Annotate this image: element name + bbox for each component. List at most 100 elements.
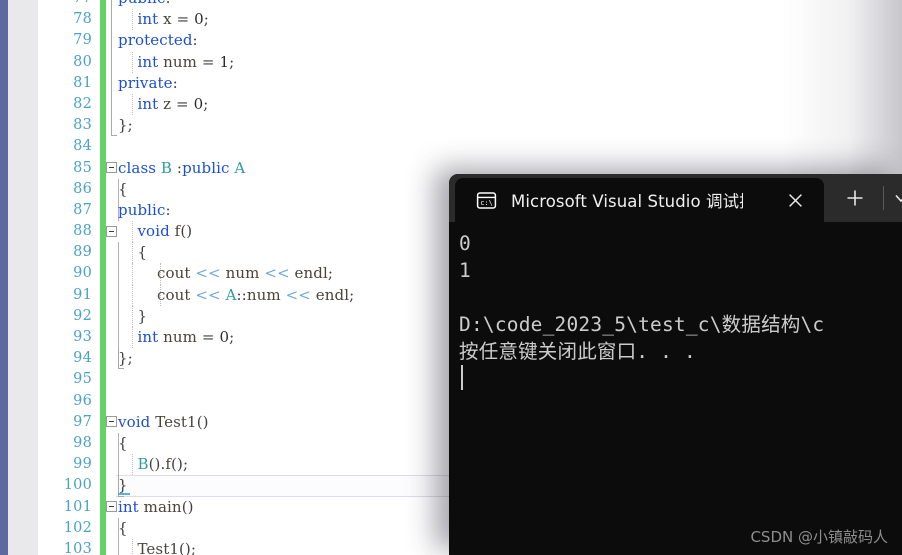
code-text: public: xyxy=(118,0,171,9)
close-icon[interactable] xyxy=(784,189,806,211)
console-output[interactable]: 0 1 D:\code_2023_5\test_c\数据结构\c 按任意键关闭此… xyxy=(449,222,902,555)
line-number: 94 xyxy=(73,350,92,367)
code-text: private: xyxy=(118,73,178,92)
code-text: void Test1() xyxy=(118,412,209,431)
code-text: }; xyxy=(118,116,133,135)
line-number: 78 xyxy=(73,11,92,28)
line-number: 98 xyxy=(73,434,92,451)
change-bar xyxy=(100,9,106,31)
code-line[interactable]: 78 int x = 0; xyxy=(38,9,902,31)
code-line[interactable]: 82 int z = 0; xyxy=(38,93,902,116)
chevron-down-icon[interactable] xyxy=(890,186,902,210)
collapse-outline-icon[interactable] xyxy=(106,416,117,428)
change-bar xyxy=(100,390,106,412)
new-tab-icon[interactable] xyxy=(842,185,868,211)
code-text: { xyxy=(118,433,128,452)
code-text: } xyxy=(137,306,148,325)
console-line: 0 xyxy=(459,232,471,255)
outline-rule xyxy=(111,9,112,31)
line-number: 93 xyxy=(73,329,92,345)
console-line: 1 xyxy=(459,259,471,282)
line-number: 79 xyxy=(73,32,92,49)
code-text: { xyxy=(137,243,148,262)
change-bar xyxy=(100,475,106,497)
line-number: 95 xyxy=(73,371,92,388)
code-text: int num = 1; xyxy=(137,52,235,71)
change-bar xyxy=(100,284,106,306)
line-number: 83 xyxy=(73,117,92,134)
line-number: 82 xyxy=(73,95,92,112)
code-text: { xyxy=(118,518,128,537)
code-text: class B :public A xyxy=(118,158,246,177)
line-number: 97 xyxy=(73,413,92,430)
code-text: void f() xyxy=(137,222,193,241)
change-bar xyxy=(100,115,106,137)
screenshot-root: 77 public: 78 int x = 0; 79 xyxy=(0,0,902,555)
change-bar xyxy=(100,93,106,116)
code-line[interactable]: 83 }; xyxy=(38,115,902,137)
change-bar xyxy=(100,369,106,391)
line-number: 90 xyxy=(73,265,92,282)
change-bar xyxy=(100,348,106,370)
console-titlebar[interactable]: c:\ Microsoft Visual Studio 调试控 xyxy=(449,174,902,222)
code-line[interactable]: 77 public: xyxy=(38,0,902,10)
line-number: 91 xyxy=(73,286,92,303)
console-tab[interactable]: c:\ Microsoft Visual Studio 调试控 xyxy=(455,178,824,222)
code-text: int z = 0; xyxy=(137,94,209,113)
code-text: int x = 0; xyxy=(137,10,209,29)
change-bar xyxy=(100,327,106,349)
code-text: int num = 0; xyxy=(137,328,235,346)
change-bar xyxy=(100,242,106,264)
code-text: }; xyxy=(118,349,133,368)
line-number: 81 xyxy=(73,74,92,91)
code-text: { xyxy=(118,179,128,198)
line-number: 89 xyxy=(73,244,92,261)
outline-rule xyxy=(111,0,112,10)
console-tab-title: Microsoft Visual Studio 调试控 xyxy=(511,192,743,211)
line-number: 80 xyxy=(73,53,92,70)
code-change-marker xyxy=(118,493,130,496)
collapse-outline-icon[interactable] xyxy=(106,501,117,513)
code-text: public: xyxy=(118,200,171,219)
outline-rule xyxy=(111,72,112,94)
change-bar xyxy=(100,517,106,539)
code-line[interactable]: 84 xyxy=(38,136,902,158)
svg-text:c:\: c:\ xyxy=(480,199,493,207)
outline-rule xyxy=(111,30,112,52)
change-bar xyxy=(100,72,106,94)
console-line-prompt: 按任意键关闭此窗口. . . xyxy=(459,340,697,363)
line-number: 88 xyxy=(73,223,92,240)
console-cmd-icon: c:\ xyxy=(476,190,497,211)
change-bar xyxy=(100,136,106,158)
outline-rule xyxy=(111,115,117,137)
line-number: 102 xyxy=(63,519,92,536)
line-number: 77 xyxy=(38,0,92,9)
change-bar xyxy=(100,454,106,476)
change-bar xyxy=(100,30,106,52)
code-line[interactable]: 79 protected: xyxy=(38,30,902,52)
line-number: 101 xyxy=(63,498,92,515)
watermark: CSDN @小镇敲码人 xyxy=(750,528,888,546)
code-line[interactable]: 81 private: xyxy=(38,72,902,94)
code-text: protected: xyxy=(118,31,198,50)
collapse-outline-icon[interactable] xyxy=(106,225,117,237)
change-bar xyxy=(100,199,106,222)
change-bar xyxy=(100,305,106,327)
line-number: 87 xyxy=(73,201,92,218)
code-line[interactable]: 80 int num = 1; xyxy=(38,51,902,73)
collapse-outline-icon[interactable] xyxy=(106,162,117,174)
line-number: 99 xyxy=(73,456,92,473)
indicator-margin[interactable] xyxy=(8,0,38,555)
console-line-path: D:\code_2023_5\test_c\数据结构\c xyxy=(459,313,825,336)
code-text: B().f(); xyxy=(137,455,189,474)
change-bar xyxy=(100,432,106,455)
line-number: 86 xyxy=(73,180,92,197)
code-text: int main() xyxy=(118,497,194,516)
debug-console-window[interactable]: c:\ Microsoft Visual Studio 调试控 0 1 D:\c… xyxy=(449,174,902,555)
panel-edge-strip xyxy=(0,0,8,555)
code-text: cout << A::num << endl; xyxy=(156,285,355,304)
outline-rule xyxy=(111,93,112,116)
console-text-caret xyxy=(461,365,463,390)
line-number: 92 xyxy=(73,307,92,324)
